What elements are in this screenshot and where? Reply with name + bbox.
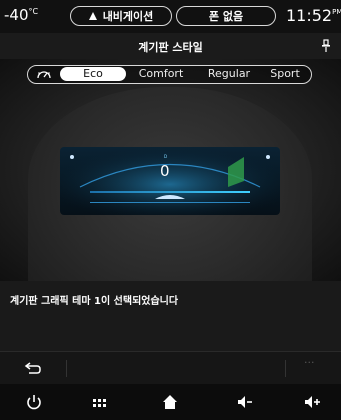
navigation-arrow-icon (88, 12, 97, 20)
speed-readout: 0 (160, 162, 170, 180)
navigation-button[interactable]: 내비게이션 (70, 6, 172, 26)
title-bar: 계기판 스타일 (0, 33, 341, 59)
clock-time: 11:52 (286, 6, 333, 25)
status-bar: -40°C 내비게이션 폰 없음 11:52PM (0, 0, 341, 33)
phone-label: 폰 없음 (208, 10, 244, 23)
temperature-value: -40 (4, 6, 29, 24)
message-area: 계기판 그래픽 테마 1이 선택되었습니다 (0, 281, 341, 351)
back-arrow-icon[interactable] (24, 361, 42, 375)
pin-icon[interactable] (321, 39, 331, 53)
navigation-label: 내비게이션 (102, 10, 154, 23)
style-option-sport[interactable]: Sport (260, 67, 310, 81)
selection-message: 계기판 그래픽 테마 1이 선택되었습니다 (10, 296, 179, 307)
cluster-graphics (60, 147, 280, 215)
page-title: 계기판 스타일 (138, 41, 203, 54)
divider (66, 360, 67, 377)
outside-temperature: -40°C (4, 6, 38, 24)
phone-button[interactable]: 폰 없음 (176, 6, 276, 26)
cluster-style-selector: Eco Comfort Regular Sport (27, 65, 312, 84)
clock: 11:52PM (286, 6, 341, 25)
cluster-style-preview-area: Eco Comfort Regular Sport D 0 (0, 59, 341, 281)
apps-grid-icon[interactable] (89, 392, 109, 412)
more-icon[interactable]: ··· (304, 356, 315, 369)
power-icon[interactable] (24, 392, 44, 412)
bottom-action-bar: ··· (0, 351, 341, 385)
dashboard-style-icon (37, 71, 51, 79)
divider (285, 360, 286, 377)
home-icon[interactable] (160, 392, 180, 412)
volume-up-icon[interactable] (302, 392, 322, 412)
style-option-eco[interactable]: Eco (60, 67, 126, 81)
style-option-regular[interactable]: Regular (194, 67, 264, 81)
style-option-comfort[interactable]: Comfort (128, 67, 194, 81)
gear-indicator: D (164, 154, 168, 159)
volume-down-icon[interactable] (235, 392, 255, 412)
system-dock (0, 384, 341, 420)
clock-ampm: PM (332, 8, 341, 16)
temperature-unit: °C (28, 7, 39, 16)
instrument-cluster-preview: D 0 (60, 147, 280, 215)
